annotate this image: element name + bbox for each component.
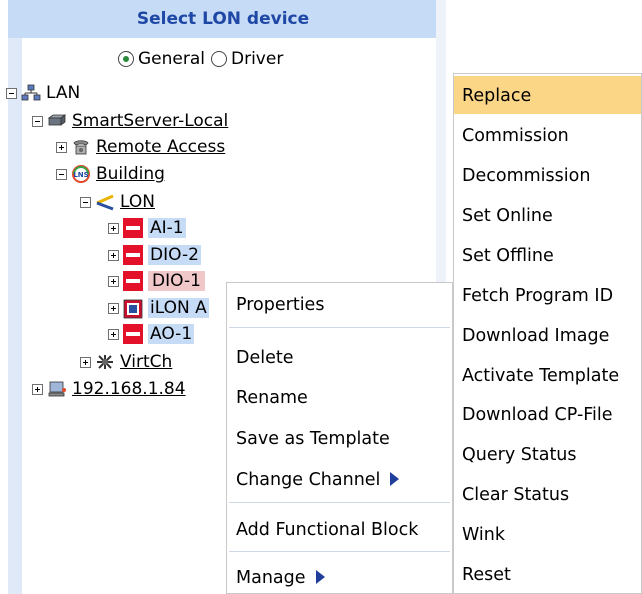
tree-node-dio-1[interactable]: DIO-1 <box>108 269 205 293</box>
radio-general-label[interactable]: General <box>138 49 205 69</box>
submenu-item-activate-template[interactable]: Activate Template <box>454 356 641 394</box>
tree-label-ilon-a[interactable]: iLON A <box>148 298 209 318</box>
expand-toggle[interactable] <box>108 275 119 287</box>
submenu-item-replace[interactable]: Replace <box>454 76 641 114</box>
submenu-item-fetch-program-id[interactable]: Fetch Program ID <box>454 276 641 314</box>
tree-node-lon[interactable]: LON <box>80 190 155 214</box>
submenu-item-set-offline[interactable]: Set Offline <box>454 236 641 274</box>
device-red-icon <box>123 324 143 344</box>
submenu-item-download-image[interactable]: Download Image <box>454 316 641 354</box>
radio-general[interactable] <box>118 51 134 67</box>
menu-separator <box>229 327 450 328</box>
expand-toggle[interactable] <box>108 328 119 340</box>
tree-node-lan[interactable]: LAN <box>6 81 80 105</box>
device-red-icon <box>123 271 143 291</box>
tree-label-building[interactable]: Building <box>96 164 165 184</box>
tree-label-smartserver[interactable]: SmartServer-Local <box>72 111 228 131</box>
menu-item-manage-label: Manage <box>236 568 306 588</box>
menu-item-rename[interactable]: Rename <box>227 380 452 416</box>
submenu-item-decommission[interactable]: Decommission <box>454 156 641 194</box>
tree-node-dio-2[interactable]: DIO-2 <box>108 243 201 267</box>
menu-item-properties[interactable]: Properties <box>227 287 452 323</box>
expand-toggle[interactable] <box>80 356 91 368</box>
tree-label-dio-2[interactable]: DIO-2 <box>148 245 201 265</box>
menu-separator <box>229 502 450 503</box>
tree-node-building[interactable]: LNS Building <box>56 162 165 186</box>
submenu-item-query-status[interactable]: Query Status <box>454 435 641 473</box>
tree-node-smartserver[interactable]: SmartServer-Local <box>32 109 228 133</box>
expand-toggle[interactable] <box>108 222 119 234</box>
tree-label-lan[interactable]: LAN <box>46 83 80 103</box>
expand-toggle[interactable] <box>108 249 119 261</box>
virtual-channel-icon <box>95 353 115 371</box>
menu-item-add-functional-block[interactable]: Add Functional Block <box>227 512 452 548</box>
context-menu: Properties Delete Rename Save as Templat… <box>226 282 453 594</box>
submenu-item-set-online[interactable]: Set Online <box>454 196 641 234</box>
device-red-icon <box>123 218 143 238</box>
menu-separator <box>229 551 450 552</box>
tree-label-lon[interactable]: LON <box>120 192 155 212</box>
menu-item-save-as-template[interactable]: Save as Template <box>227 421 452 457</box>
building-logo-icon: LNS <box>71 165 91 183</box>
tree-label-remote-access[interactable]: Remote Access <box>96 137 225 157</box>
tree-label-ao-1[interactable]: AO-1 <box>148 324 195 344</box>
collapse-toggle[interactable] <box>32 115 43 127</box>
tree-label-dio-1[interactable]: DIO-1 <box>148 271 205 291</box>
tree-label-ip-host[interactable]: 192.168.1.84 <box>72 379 186 399</box>
network-icon <box>21 84 41 102</box>
tree-label-ai-1[interactable]: AI-1 <box>148 218 186 238</box>
tree-label-virtch[interactable]: VirtCh <box>120 352 172 372</box>
submenu-item-wink[interactable]: Wink <box>454 515 641 553</box>
mode-selector: General Driver <box>118 47 289 71</box>
manage-submenu: Replace Commission Decommission Set Onli… <box>453 73 642 594</box>
submenu-item-clear-status[interactable]: Clear Status <box>454 475 641 513</box>
device-red-icon <box>123 245 143 265</box>
tree-node-ip-host[interactable]: 192.168.1.84 <box>32 377 186 401</box>
submenu-item-commission[interactable]: Commission <box>454 116 641 154</box>
panel-left-strip <box>8 38 22 594</box>
panel-title: Select LON device <box>8 0 438 38</box>
tree-node-ao-1[interactable]: AO-1 <box>108 322 195 346</box>
menu-item-delete[interactable]: Delete <box>227 340 452 376</box>
phone-icon <box>71 138 91 156</box>
expand-toggle[interactable] <box>56 141 67 153</box>
tree-node-ilon-a[interactable]: iLON A <box>108 296 209 320</box>
submenu-arrow-icon <box>390 472 400 486</box>
submenu-item-download-cp-file[interactable]: Download CP-File <box>454 395 641 433</box>
collapse-toggle[interactable] <box>6 87 17 99</box>
submenu-item-reset[interactable]: Reset <box>454 555 641 593</box>
radio-driver-label[interactable]: Driver <box>231 49 283 69</box>
computer-icon <box>47 380 67 398</box>
tree-node-remote-access[interactable]: Remote Access <box>56 135 225 159</box>
menu-item-change-channel-label: Change Channel <box>236 470 381 490</box>
ilon-device-icon <box>123 299 143 319</box>
tree-node-ai-1[interactable]: AI-1 <box>108 216 186 240</box>
radio-driver[interactable] <box>211 51 227 67</box>
collapse-toggle[interactable] <box>56 168 67 180</box>
server-icon <box>47 112 67 130</box>
menu-item-change-channel[interactable]: Change Channel <box>227 462 452 498</box>
menu-item-manage[interactable]: Manage <box>227 560 452 594</box>
collapse-toggle[interactable] <box>80 196 91 208</box>
expand-toggle[interactable] <box>32 383 43 395</box>
tree-node-virtch[interactable]: VirtCh <box>80 350 172 374</box>
submenu-arrow-icon <box>315 570 325 584</box>
expand-toggle[interactable] <box>108 302 119 314</box>
svg-text:LNS: LNS <box>73 171 88 179</box>
lon-channel-icon <box>95 193 115 211</box>
